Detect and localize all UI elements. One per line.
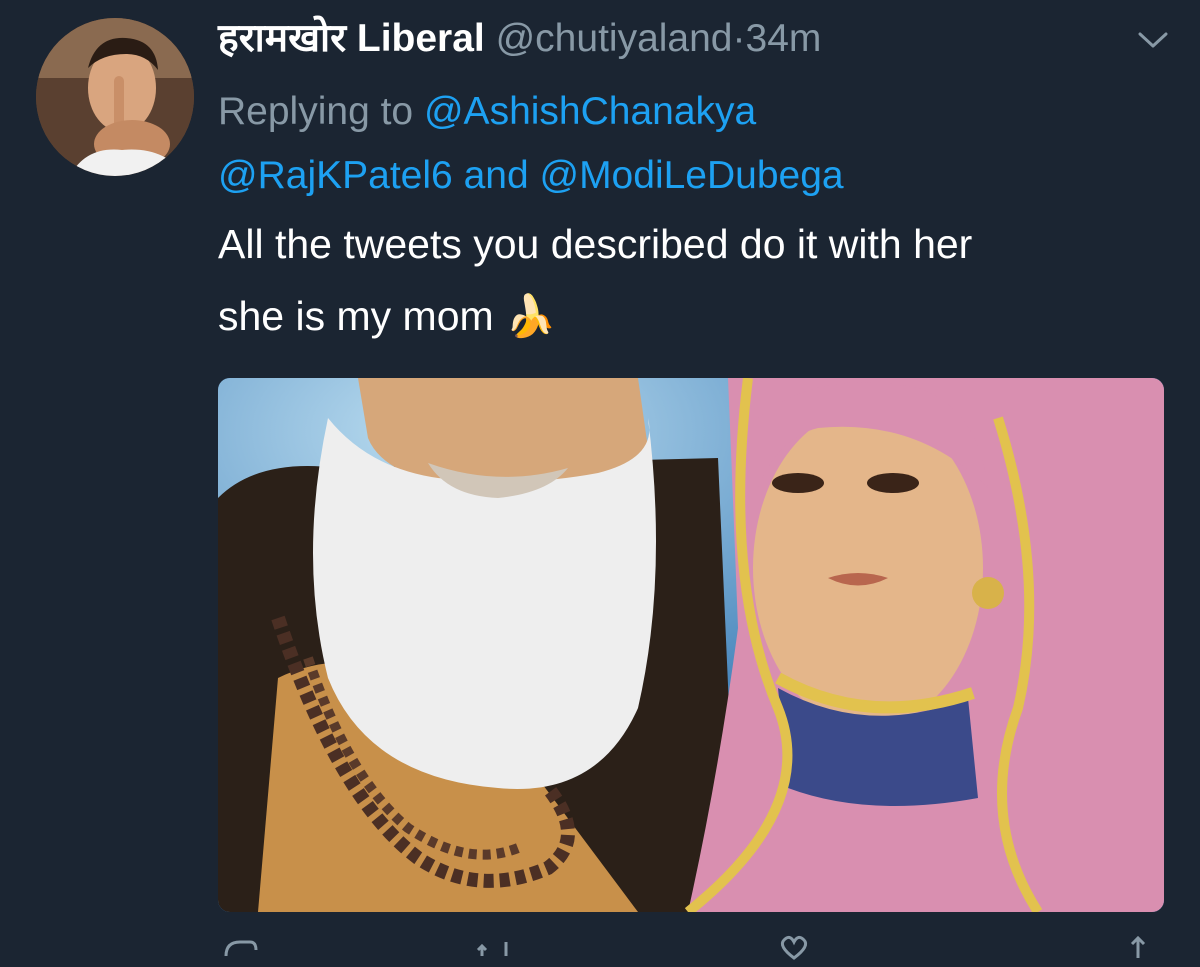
tweet-header: हरामखोर Liberal @chutiyaland·34m [218,14,821,64]
tweet-actions [218,932,1164,962]
tweet-text-line: she is my mom [218,293,494,339]
banana-emoji: 🍌 [505,293,557,339]
separator-dot: · [732,17,746,60]
user-handle[interactable]: @chutiyaland [496,17,733,60]
reply-icon[interactable] [220,932,260,962]
mention-link[interactable]: @ModiLeDubega [539,154,843,197]
avatar-image [36,18,194,176]
avatar[interactable] [36,18,194,176]
heart-icon[interactable] [774,932,814,962]
replying-to-label: Replying to [218,90,414,133]
chevron-down-icon[interactable] [1136,28,1170,52]
display-name[interactable]: हरामखोर Liberal [218,17,485,60]
mention-link[interactable]: @RajKPatel6 [218,154,453,197]
retweet-icon[interactable] [474,932,514,962]
timestamp[interactable]: 34m [746,17,822,60]
tweet-text-line: All the tweets you described do it with … [218,221,973,267]
mention-link[interactable]: @AshishChanakya [424,90,756,133]
mention-joiner[interactable]: and [464,154,529,197]
painting-illustration [218,378,1164,912]
tweet-text: All the tweets you described do it with … [218,208,1178,352]
replying-to: Replying to @AshishChanakya @RajKPatel6 … [218,80,844,208]
tweet-media-image[interactable] [218,378,1164,912]
share-icon[interactable] [1118,932,1158,962]
